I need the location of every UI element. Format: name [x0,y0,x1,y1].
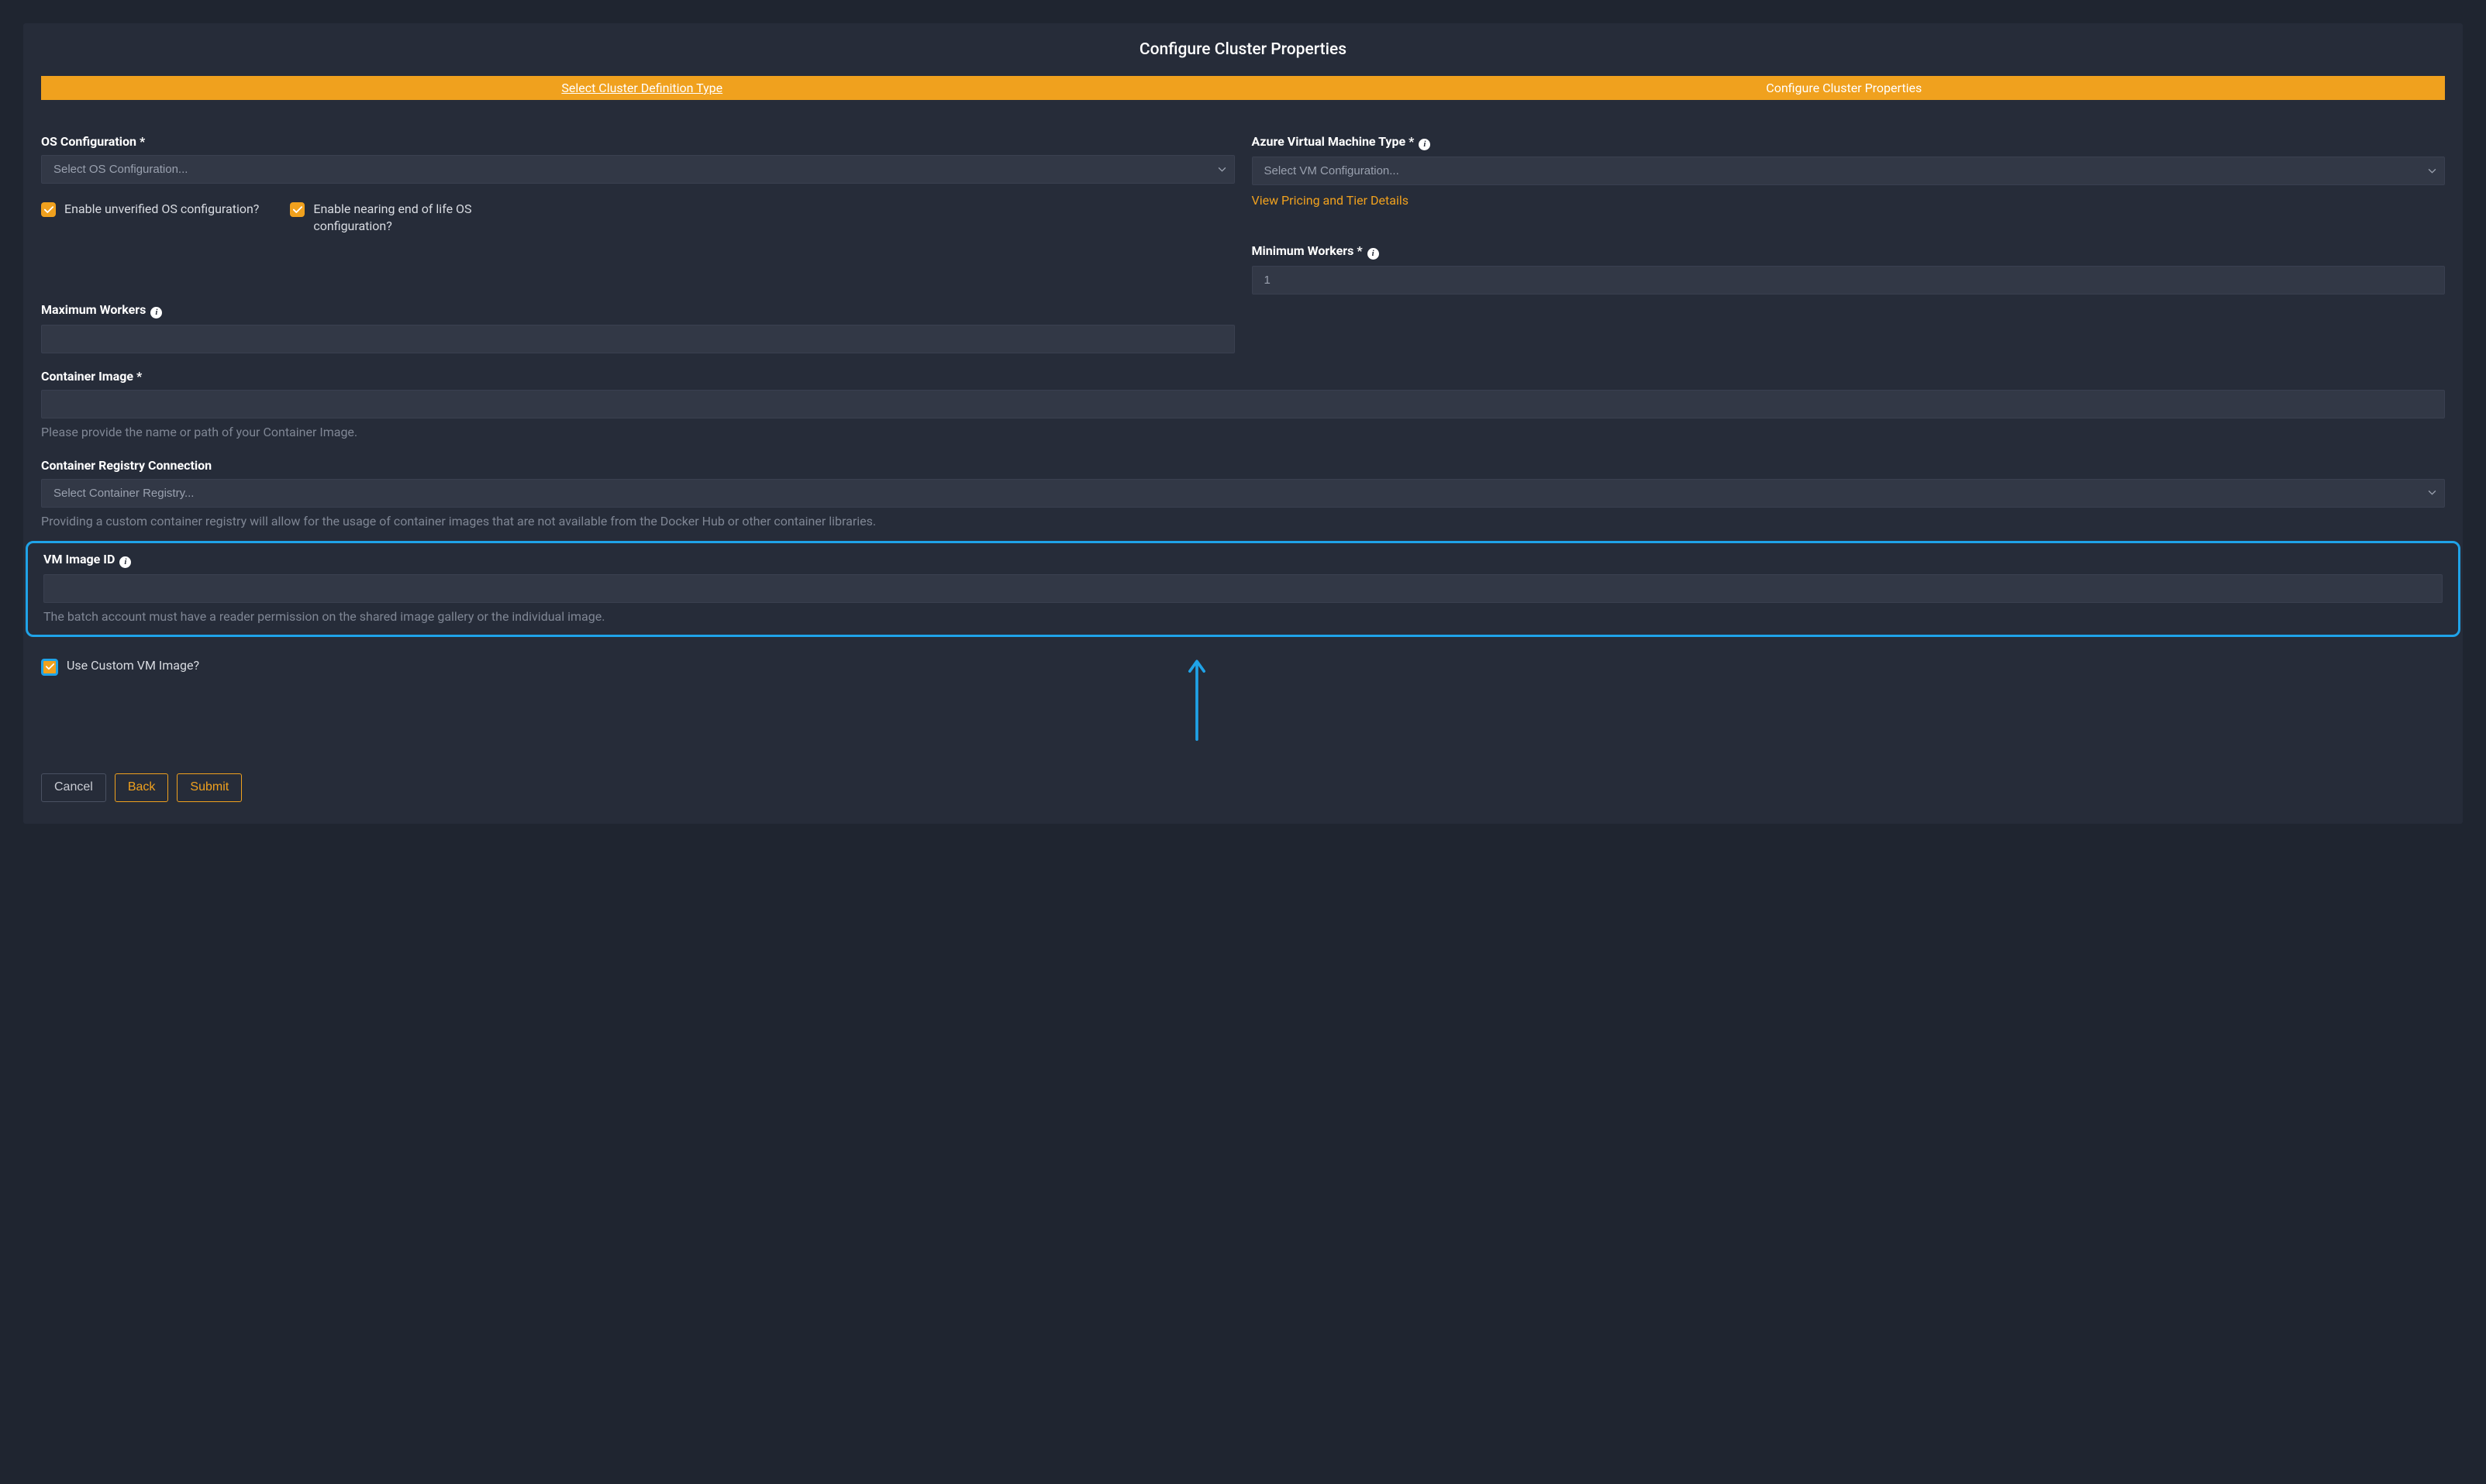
info-icon[interactable]: i [150,307,162,318]
info-icon[interactable]: i [1367,248,1379,260]
enable-unverified-label: Enable unverified OS configuration? [64,201,259,218]
back-button[interactable]: Back [115,773,169,802]
submit-button[interactable]: Submit [177,773,242,802]
container-registry-help: Providing a custom container registry wi… [41,514,2445,529]
configure-cluster-panel: Configure Cluster Properties Select Clus… [23,23,2463,824]
pricing-link[interactable]: View Pricing and Tier Details [1252,193,1409,208]
vm-image-id-help: The batch account must have a reader per… [43,609,2443,624]
info-icon[interactable]: i [1419,139,1430,150]
vm-image-id-input[interactable] [43,574,2443,603]
max-workers-input[interactable] [41,325,1235,353]
step-select-definition-type[interactable]: Select Cluster Definition Type [41,76,1243,100]
vm-type-select[interactable]: Select VM Configuration... [1252,157,2446,185]
container-registry-select[interactable]: Select Container Registry... [41,479,2445,508]
step-configure-properties[interactable]: Configure Cluster Properties [1243,76,2446,100]
vm-image-id-label: VM Image ID i [43,552,2443,568]
container-image-help: Please provide the name or path of your … [41,425,2445,439]
min-workers-input[interactable] [1252,266,2446,294]
enable-eol-label: Enable nearing end of life OS configurat… [313,201,522,236]
os-configuration-label: OS Configuration * [41,134,1235,149]
enable-eol-checkbox[interactable] [290,202,305,217]
wizard-steps: Select Cluster Definition Type Configure… [41,76,2445,100]
info-icon[interactable]: i [119,556,131,568]
vm-image-id-highlight: VM Image ID i The batch account must hav… [26,541,2460,637]
vm-type-label: Azure Virtual Machine Type * i [1252,134,2446,150]
min-workers-label: Minimum Workers * i [1252,243,2446,260]
container-image-label: Container Image * [41,369,2445,384]
os-configuration-select[interactable]: Select OS Configuration... [41,155,1235,184]
page-title: Configure Cluster Properties [41,40,2445,59]
enable-unverified-checkbox[interactable] [41,202,56,217]
container-image-input[interactable] [41,390,2445,418]
max-workers-label: Maximum Workers i [41,302,1235,318]
container-registry-label: Container Registry Connection [41,458,2445,473]
cancel-button[interactable]: Cancel [41,773,106,802]
arrow-up-icon [1185,656,1209,744]
